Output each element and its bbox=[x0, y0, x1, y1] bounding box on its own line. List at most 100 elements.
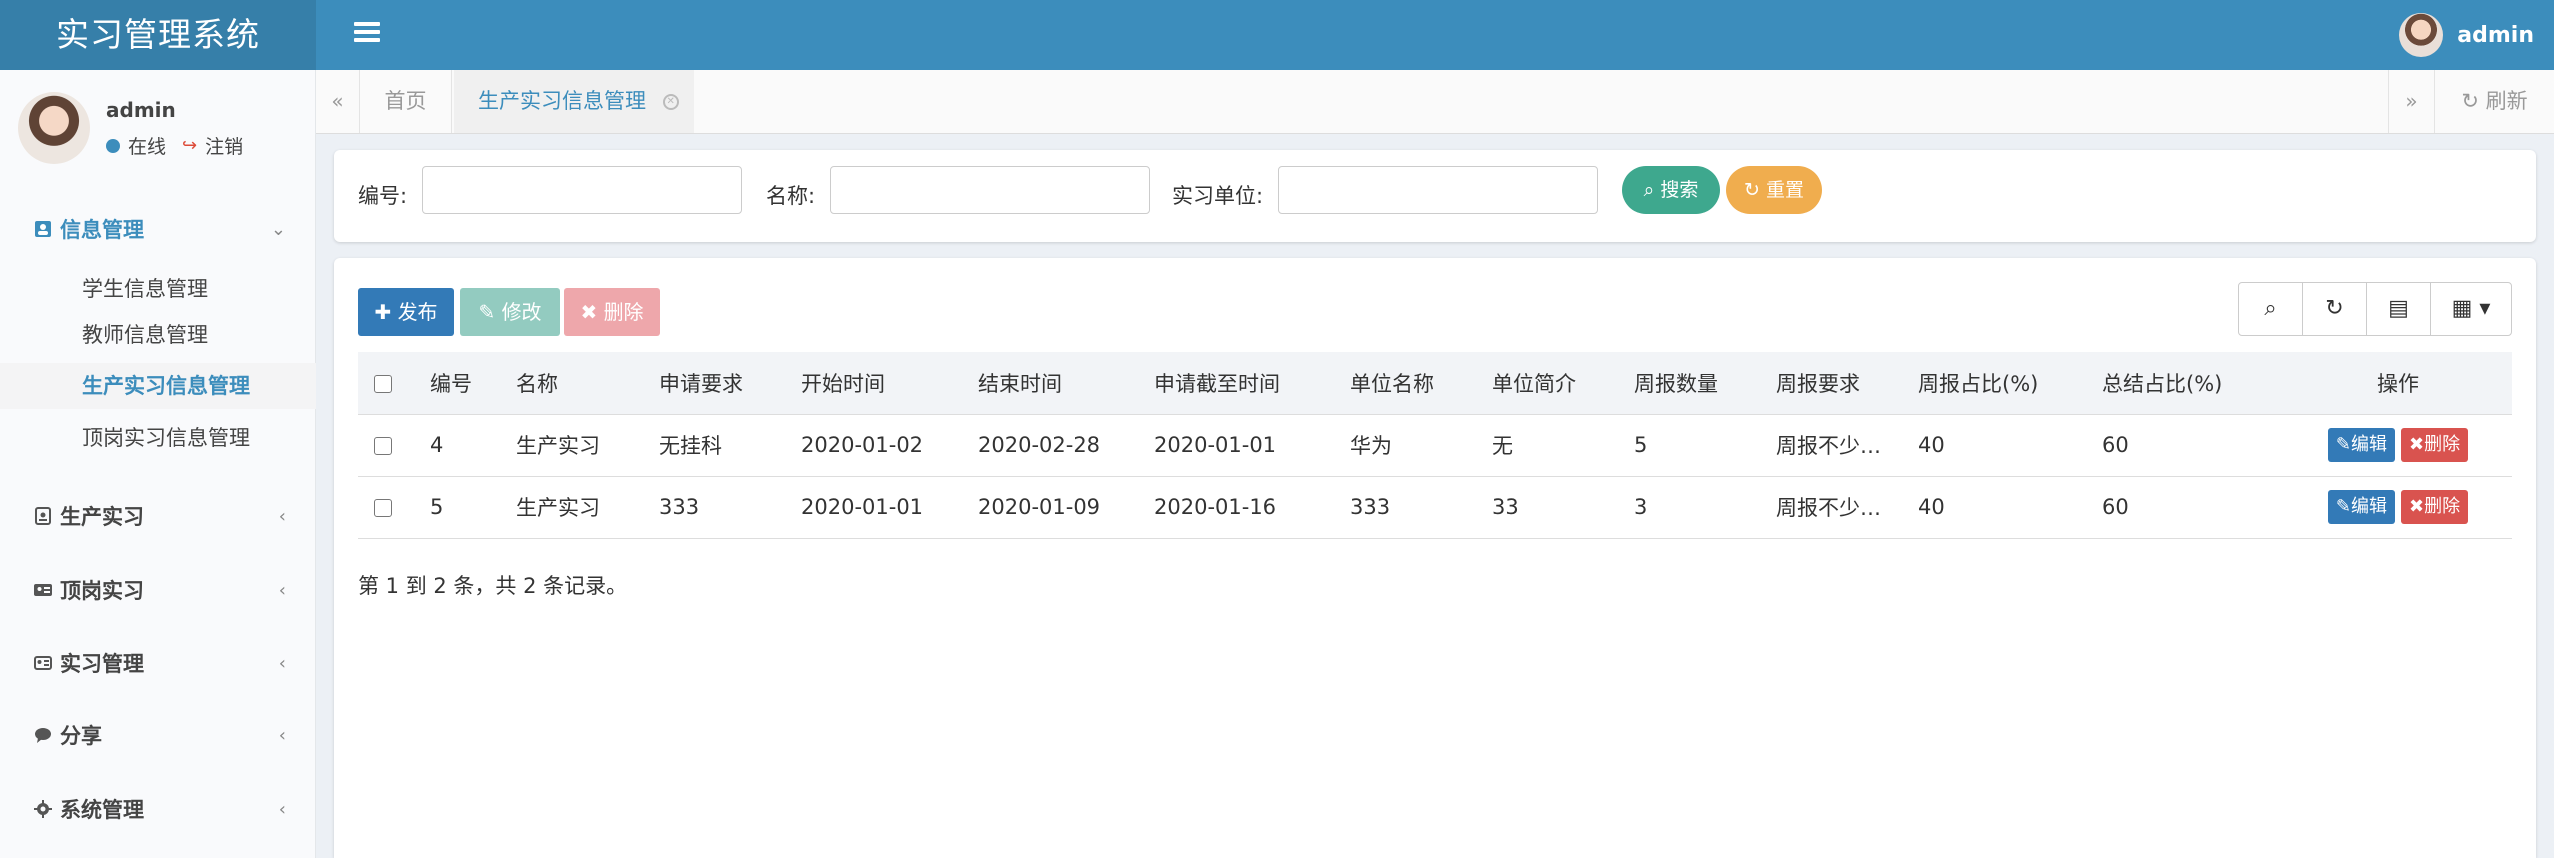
table-header-row: 编号 名称 申请要求 开始时间 结束时间 申请截至时间 单位名称 单位简介 周报… bbox=[358, 352, 2512, 415]
tab-home[interactable]: 首页 bbox=[360, 70, 452, 133]
comment-icon bbox=[35, 728, 51, 743]
menu-group-info[interactable]: 信息管理 ⌄ bbox=[0, 207, 316, 251]
search-name-input[interactable] bbox=[830, 166, 1150, 214]
column-header[interactable]: 申请要求 bbox=[643, 352, 785, 415]
cell-report-ratio: 40 bbox=[1902, 476, 2086, 539]
column-header[interactable]: 总结占比(%) bbox=[2086, 352, 2284, 415]
tab-scroll-right-icon[interactable]: » bbox=[2388, 70, 2434, 133]
add-button-label: 发布 bbox=[397, 300, 438, 324]
menu-group-label: 生产实习 bbox=[60, 505, 144, 529]
cell-deadline: 2020-01-16 bbox=[1138, 476, 1334, 539]
cell-company-intro: 无 bbox=[1476, 414, 1618, 477]
column-header[interactable]: 周报要求 bbox=[1760, 352, 1902, 415]
row-checkbox[interactable] bbox=[374, 499, 392, 517]
cell-report-requirement: 周报不少… bbox=[1760, 414, 1902, 477]
user-card-icon bbox=[35, 221, 51, 237]
cell-name: 生产实习 bbox=[500, 414, 643, 477]
tab-scroll-left-icon[interactable]: « bbox=[316, 70, 360, 133]
close-icon[interactable]: ✕ bbox=[662, 94, 679, 110]
search-id-label: 编号: bbox=[358, 184, 408, 208]
column-header[interactable]: 结束时间 bbox=[962, 352, 1138, 415]
menu-group-internship-mgmt[interactable]: 实习管理 ‹ bbox=[0, 641, 316, 685]
row-edit-button[interactable]: ✎编辑 bbox=[2327, 428, 2395, 462]
table-row[interactable]: 5 生产实习 333 2020-01-01 2020-01-09 2020-01… bbox=[358, 476, 2512, 539]
menu-group-label: 信息管理 bbox=[60, 218, 144, 242]
cell-report-ratio: 40 bbox=[1902, 414, 2086, 477]
column-header[interactable]: 申请截至时间 bbox=[1138, 352, 1334, 415]
table-search-icon[interactable]: ⌕ bbox=[2239, 283, 2303, 335]
reset-button-label: 重置 bbox=[1765, 179, 1804, 201]
row-edit-button[interactable]: ✎编辑 bbox=[2327, 490, 2395, 524]
row-delete-label: 删除 bbox=[2424, 496, 2461, 517]
edit-button[interactable]: ✎ 修改 bbox=[460, 288, 560, 336]
column-header[interactable]: 单位名称 bbox=[1334, 352, 1476, 415]
search-id-input[interactable] bbox=[422, 166, 742, 214]
edit-icon: ✎ bbox=[2335, 496, 2351, 517]
cell-company: 333 bbox=[1334, 476, 1476, 539]
gear-icon bbox=[34, 800, 52, 818]
row-select-cell bbox=[358, 414, 414, 477]
menu-group-production[interactable]: 生产实习 ‹ bbox=[0, 494, 316, 538]
column-header[interactable]: 周报数量 bbox=[1618, 352, 1760, 415]
table-refresh-icon[interactable]: ↻ bbox=[2303, 283, 2367, 335]
search-panel: 编号: 名称: 实习单位: ⌕ 搜索 ↻ 重置 bbox=[334, 150, 2536, 242]
cell-requirement: 333 bbox=[643, 476, 785, 539]
row-delete-label: 删除 bbox=[2424, 434, 2461, 455]
id-card-icon bbox=[34, 584, 52, 596]
menu-group-label: 实习管理 bbox=[60, 652, 144, 676]
sidebar-item-production-internship[interactable]: 生产实习信息管理 bbox=[0, 363, 316, 409]
sidebar-item-placement-internship[interactable]: 顶岗实习信息管理 bbox=[0, 415, 316, 461]
cell-id: 5 bbox=[414, 476, 500, 539]
app-logo-title[interactable]: 实习管理系统 bbox=[0, 0, 316, 70]
row-delete-button[interactable]: ✖删除 bbox=[2401, 428, 2469, 462]
reset-button[interactable]: ↻ 重置 bbox=[1726, 166, 1822, 214]
menu-group-share[interactable]: 分享 ‹ bbox=[0, 713, 316, 757]
column-header[interactable]: 名称 bbox=[500, 352, 643, 415]
top-user-menu[interactable]: admin bbox=[2399, 13, 2534, 57]
sidebar-item-student[interactable]: 学生信息管理 bbox=[0, 266, 316, 312]
top-header: 实习管理系统 admin bbox=[0, 0, 2554, 70]
logout-link[interactable]: 注销 bbox=[205, 132, 243, 159]
edit-button-label: 修改 bbox=[501, 300, 542, 324]
column-header[interactable]: 周报占比(%) bbox=[1902, 352, 2086, 415]
row-checkbox[interactable] bbox=[374, 437, 392, 455]
search-button-label: 搜索 bbox=[1660, 179, 1699, 201]
select-all-checkbox[interactable] bbox=[374, 374, 392, 393]
menu-group-system[interactable]: 系统管理 ‹ bbox=[0, 787, 316, 831]
sidebar-item-teacher[interactable]: 教师信息管理 bbox=[0, 312, 316, 358]
table-panel: ✚ 发布 ✎ 修改 ✖ 删除 ⌕ ↻ ▤ ▦ ▾ 编号 名称 申请要求 开始时间… bbox=[334, 258, 2536, 858]
logout-icon[interactable]: ↪ bbox=[182, 135, 197, 156]
chevron-left-icon: ‹ bbox=[278, 579, 286, 601]
search-button[interactable]: ⌕ 搜索 bbox=[1622, 166, 1720, 214]
column-header[interactable]: 开始时间 bbox=[785, 352, 962, 415]
menu-group-label: 顶岗实习 bbox=[60, 579, 144, 603]
menu-group-placement[interactable]: 顶岗实习 ‹ bbox=[0, 568, 316, 612]
row-delete-button[interactable]: ✖删除 bbox=[2401, 490, 2469, 524]
add-button[interactable]: ✚ 发布 bbox=[358, 288, 454, 336]
table-toggle-view-icon[interactable]: ▤ bbox=[2367, 283, 2431, 335]
online-label: 在线 bbox=[128, 136, 167, 158]
delete-icon: ✖ bbox=[580, 300, 598, 324]
delete-button[interactable]: ✖ 删除 bbox=[564, 288, 660, 336]
id-card-icon bbox=[34, 656, 52, 670]
column-header[interactable]: 单位简介 bbox=[1476, 352, 1618, 415]
avatar bbox=[18, 92, 90, 164]
top-user-name: admin bbox=[2457, 22, 2534, 48]
table-row[interactable]: 4 生产实习 无挂科 2020-01-02 2020-02-28 2020-01… bbox=[358, 414, 2512, 477]
search-icon: ⌕ bbox=[1643, 179, 1655, 201]
delete-icon: ✖ bbox=[2409, 434, 2425, 455]
columns-dropdown-icon[interactable]: ▦ ▾ bbox=[2431, 283, 2511, 335]
cell-name: 生产实习 bbox=[500, 476, 643, 539]
search-company-input[interactable] bbox=[1278, 166, 1598, 214]
refresh-tab-button[interactable]: ↻ 刷新 bbox=[2434, 70, 2554, 133]
chevron-left-icon: ‹ bbox=[278, 505, 286, 527]
select-all-cell bbox=[358, 352, 414, 415]
cell-start-time: 2020-01-01 bbox=[785, 476, 962, 539]
column-header[interactable]: 编号 bbox=[414, 352, 500, 415]
tab-production-internship[interactable]: 生产实习信息管理 ✕ bbox=[454, 70, 694, 133]
cell-requirement: 无挂科 bbox=[643, 414, 785, 477]
sidebar-toggle-icon[interactable] bbox=[354, 18, 380, 52]
edit-icon: ✎ bbox=[478, 300, 496, 324]
delete-button-label: 删除 bbox=[603, 300, 644, 324]
plus-icon: ✚ bbox=[374, 300, 392, 324]
